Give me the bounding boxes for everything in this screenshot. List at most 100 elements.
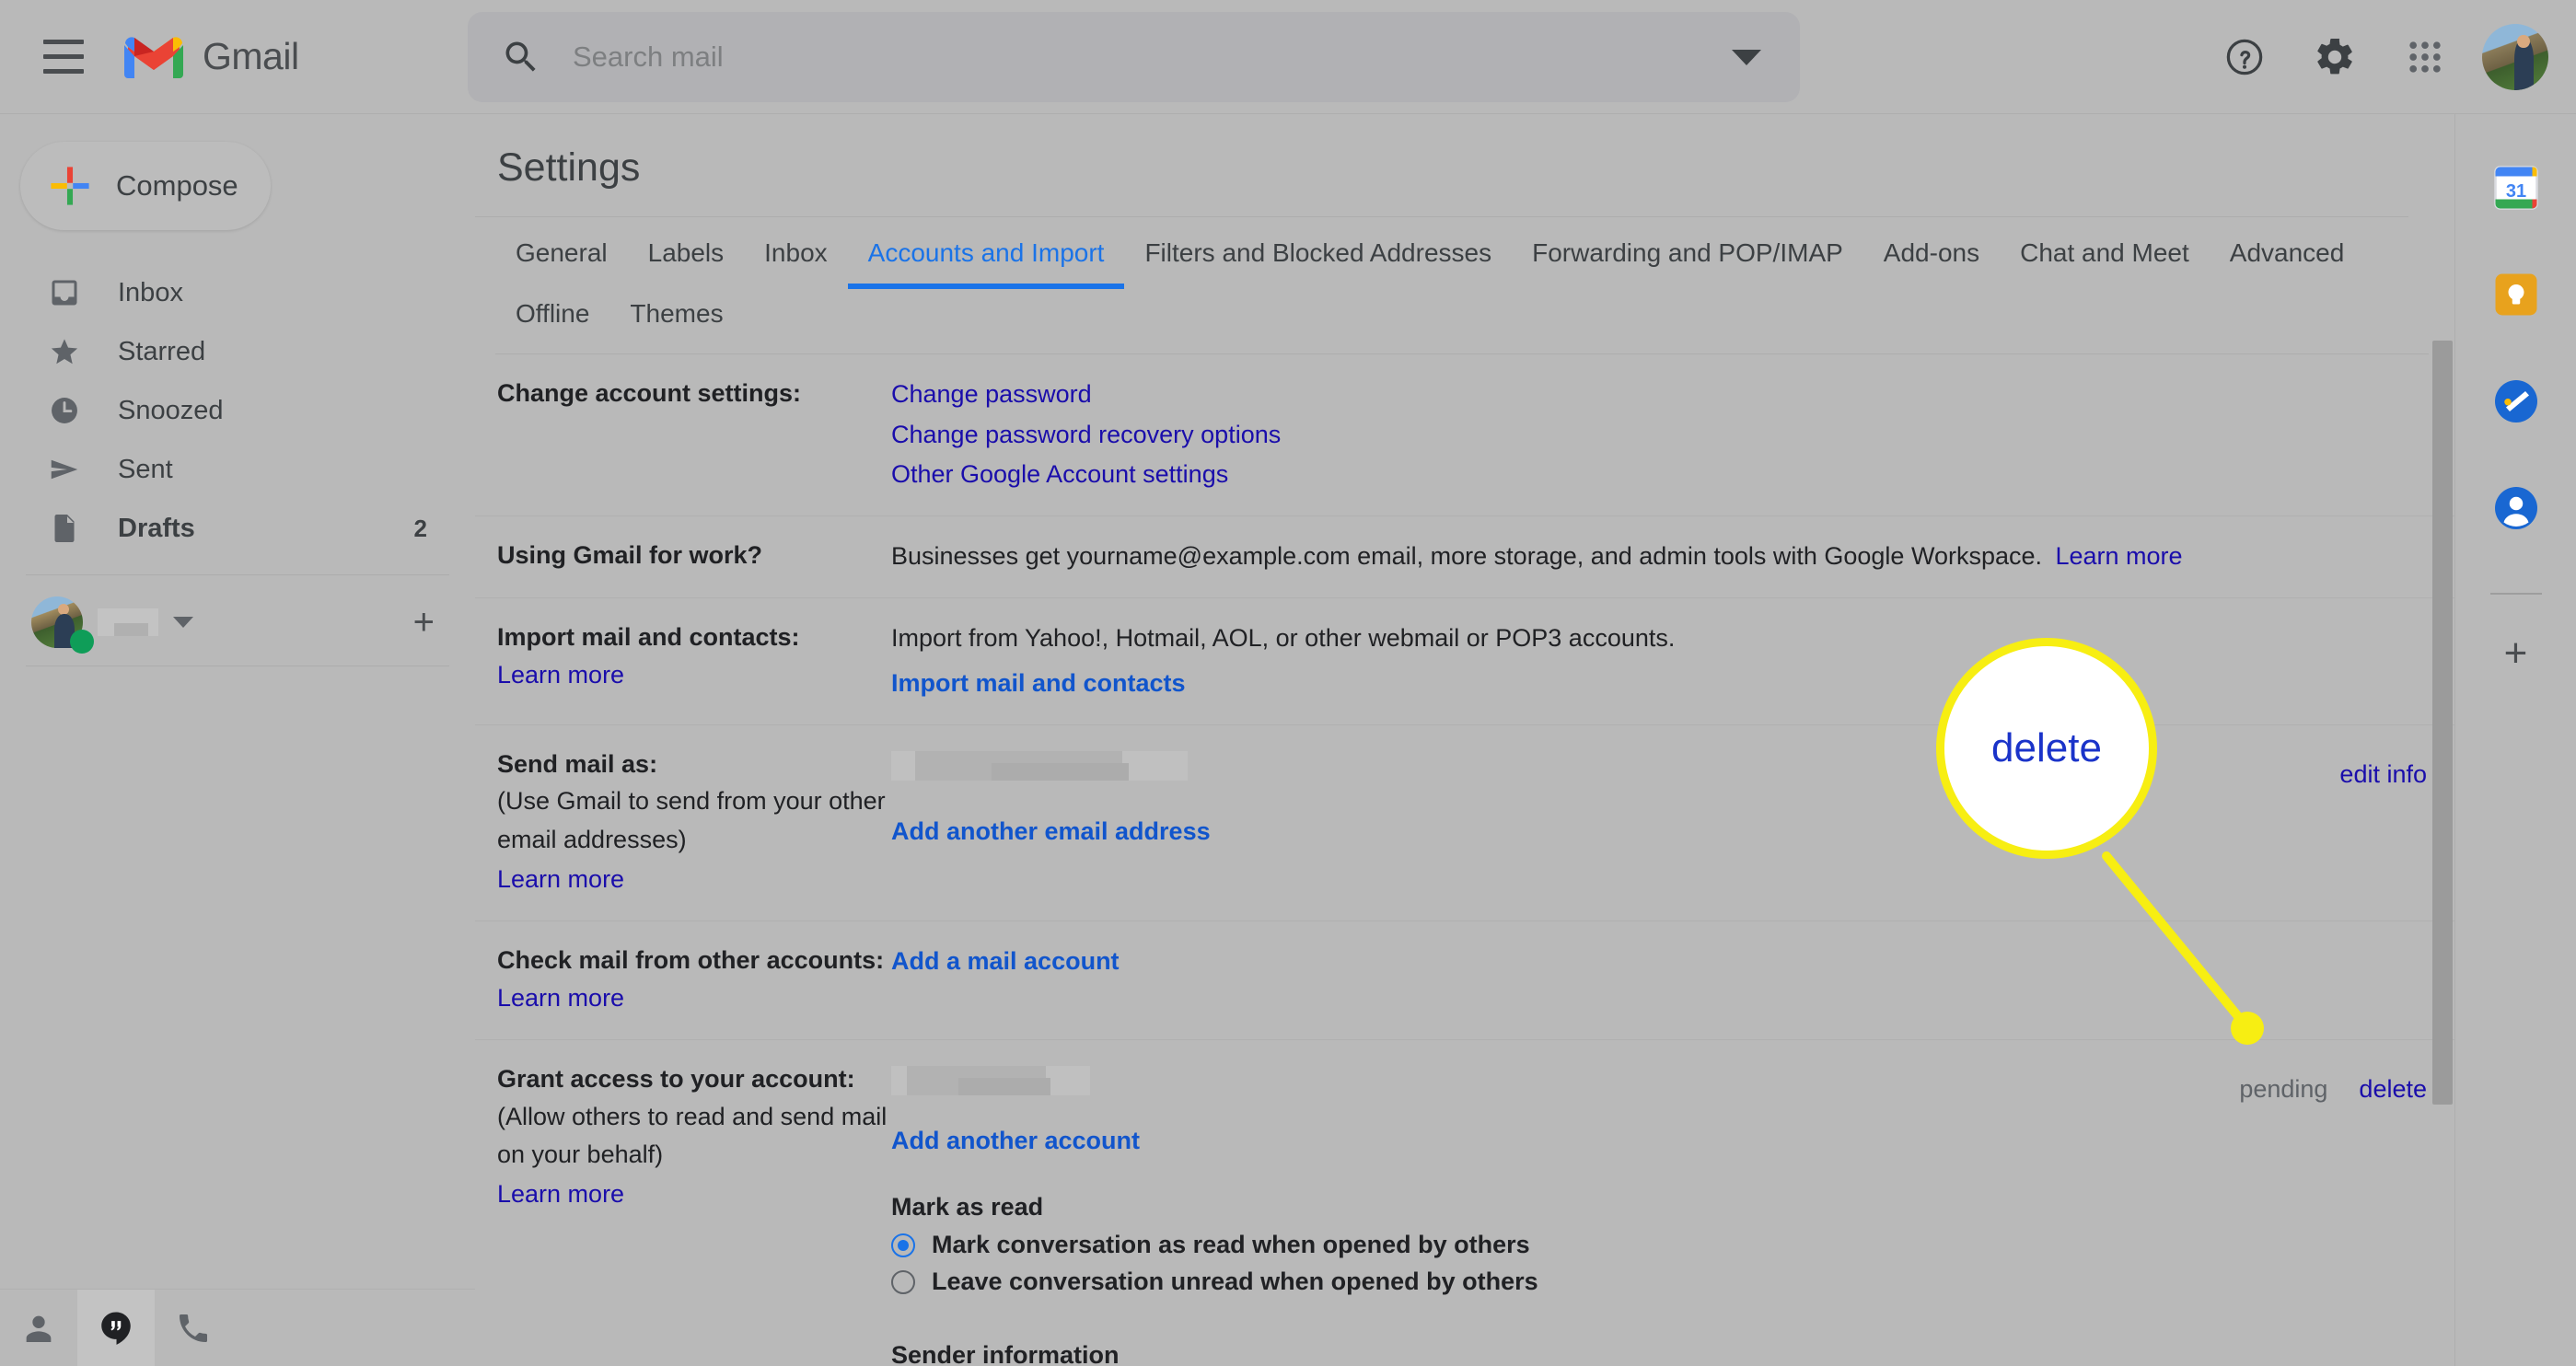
radio-icon[interactable] xyxy=(891,1233,915,1257)
sidebar: Compose Inbox Starred Snoozed Sent Draft… xyxy=(0,114,475,1366)
change-password-recovery-options-link[interactable]: Change password recovery options xyxy=(891,415,1281,456)
compose-label: Compose xyxy=(116,169,238,202)
add-another-email-address-link[interactable]: Add another email address xyxy=(891,812,1211,852)
contacts-person-icon[interactable] xyxy=(0,1290,77,1366)
row-label: Send mail as: (Use Gmail to send from yo… xyxy=(475,746,891,900)
radio-label: Leave conversation unread when opened by… xyxy=(932,1268,1538,1296)
chevron-down-icon[interactable] xyxy=(173,617,193,628)
tab-offline[interactable]: Offline xyxy=(495,278,609,350)
row-value: Import from Yahoo!, Hotmail, AOL, or oth… xyxy=(891,619,2454,704)
row-value: Add another email address edit info xyxy=(891,746,2454,900)
avatar[interactable] xyxy=(2482,24,2548,90)
radio-mark-conversation-as-read[interactable]: Mark conversation as read when opened by… xyxy=(891,1227,2421,1264)
add-a-mail-account-link[interactable]: Add a mail account xyxy=(891,942,1120,982)
sidebar-item-drafts[interactable]: Drafts 2 xyxy=(0,499,447,558)
check-mail-learn-more-link[interactable]: Learn more xyxy=(497,978,624,1019)
status-badge: pending xyxy=(2239,1075,2328,1104)
grant-access-label: Grant access to your account: xyxy=(497,1065,855,1094)
sidebar-divider xyxy=(26,574,449,575)
edit-info-link[interactable]: edit info xyxy=(2339,755,2427,795)
tab-advanced[interactable]: Advanced xyxy=(2210,217,2365,289)
tab-chat-and-meet[interactable]: Chat and Meet xyxy=(2000,217,2210,289)
sidebar-footer xyxy=(0,1289,475,1366)
callout-label: delete xyxy=(1991,725,2102,770)
row-value: Change password Change password recovery… xyxy=(891,375,2454,495)
other-google-account-settings-link[interactable]: Other Google Account settings xyxy=(891,455,1228,495)
help-button[interactable] xyxy=(2206,18,2283,96)
plus-icon xyxy=(51,167,89,205)
hangouts-chat-icon[interactable] xyxy=(77,1289,155,1366)
row-change-account-settings: Change account settings: Change password… xyxy=(475,354,2454,517)
google-apps-grid-icon xyxy=(2409,41,2441,73)
settings-button[interactable] xyxy=(2296,18,2373,96)
hamburger-icon[interactable] xyxy=(24,17,103,97)
star-icon xyxy=(46,333,83,370)
row-label: Import mail and contacts: Learn more xyxy=(475,619,891,704)
add-side-panel-app-button[interactable]: + xyxy=(2504,633,2528,674)
search-input[interactable] xyxy=(573,41,1732,74)
search-bar[interactable] xyxy=(468,12,1800,102)
change-account-settings-label: Change account settings: xyxy=(497,379,802,407)
sidebar-item-label: Sent xyxy=(118,454,173,484)
change-password-link[interactable]: Change password xyxy=(891,375,1092,415)
import-mail-and-contacts-link[interactable]: Import mail and contacts xyxy=(891,664,1186,704)
tab-themes[interactable]: Themes xyxy=(609,278,743,350)
tab-forwarding-and-pop-imap[interactable]: Forwarding and POP/IMAP xyxy=(1512,217,1863,289)
row-label: Using Gmail for work? xyxy=(475,537,891,577)
row-using-gmail-for-work: Using Gmail for work? Businesses get you… xyxy=(475,516,2454,598)
sidebar-item-label: Drafts xyxy=(118,513,195,543)
clock-icon xyxy=(46,392,83,429)
add-another-account-link[interactable]: Add another account xyxy=(891,1121,1140,1162)
sender-information-title: Sender information xyxy=(891,1340,1120,1366)
sender-information-group: Sender information Show this address and… xyxy=(891,1341,2421,1366)
chevron-down-icon[interactable] xyxy=(1732,49,1761,65)
app-header: Gmail xyxy=(0,0,2576,114)
sidebar-item-sent[interactable]: Sent xyxy=(0,440,447,499)
page-title: Settings xyxy=(497,145,641,190)
import-learn-more-link[interactable]: Learn more xyxy=(497,655,624,696)
send-mail-as-row-actions: edit info xyxy=(2339,755,2427,795)
account-switcher[interactable]: + xyxy=(0,583,475,662)
radio-label: Mark conversation as read when opened by… xyxy=(932,1231,1530,1259)
google-tasks-icon[interactable] xyxy=(2483,368,2549,434)
radio-leave-conversation-unread[interactable]: Leave conversation unread when opened by… xyxy=(891,1264,2421,1301)
compose-button[interactable]: Compose xyxy=(20,142,271,230)
callout-magnifier: delete xyxy=(1936,638,2157,859)
grant-access-learn-more-link[interactable]: Learn more xyxy=(497,1175,624,1215)
send-mail-as-learn-more-link[interactable]: Learn more xyxy=(497,860,624,900)
settings-tabs: General Labels Inbox Accounts and Import… xyxy=(475,217,2454,354)
row-send-mail-as: Send mail as: (Use Gmail to send from yo… xyxy=(475,725,2454,921)
phone-icon[interactable] xyxy=(155,1290,232,1366)
tab-filters-and-blocked-addresses[interactable]: Filters and Blocked Addresses xyxy=(1124,217,1512,289)
account-name-redacted xyxy=(98,608,158,636)
workspace-learn-more-link[interactable]: Learn more xyxy=(2055,537,2182,577)
draft-icon xyxy=(46,510,83,547)
svg-text:31: 31 xyxy=(2505,181,2525,202)
google-apps-button[interactable] xyxy=(2386,18,2464,96)
row-label: Grant access to your account: (Allow oth… xyxy=(475,1060,891,1366)
gmail-logo-link[interactable]: Gmail xyxy=(123,34,299,80)
gmail-logo-icon xyxy=(124,36,183,78)
brand-label: Gmail xyxy=(203,35,299,77)
tab-add-ons[interactable]: Add-ons xyxy=(1863,217,2000,289)
send-mail-as-sublabel: (Use Gmail to send from your other email… xyxy=(497,787,886,854)
row-label: Check mail from other accounts: Learn mo… xyxy=(475,942,891,1019)
sidebar-item-snoozed[interactable]: Snoozed xyxy=(0,381,447,440)
account-avatar[interactable] xyxy=(31,596,94,654)
question-mark-icon xyxy=(2226,39,2263,75)
inbox-icon xyxy=(46,274,83,311)
settings-scrollbar[interactable] xyxy=(2432,341,2453,1105)
google-calendar-icon[interactable]: 31 xyxy=(2483,155,2549,221)
google-keep-icon[interactable] xyxy=(2483,261,2549,328)
radio-icon[interactable] xyxy=(891,1269,915,1294)
settings-main: Settings General Labels Inbox Accounts a… xyxy=(475,114,2454,1366)
tab-accounts-and-import[interactable]: Accounts and Import xyxy=(847,217,1125,289)
search-icon xyxy=(505,41,536,72)
add-account-button[interactable]: + xyxy=(413,604,435,641)
sidebar-item-starred[interactable]: Starred xyxy=(0,322,447,381)
google-contacts-icon[interactable] xyxy=(2483,475,2549,541)
sidebar-item-label: Inbox xyxy=(118,277,183,307)
tab-inbox[interactable]: Inbox xyxy=(744,217,848,289)
delete-link[interactable]: delete xyxy=(2359,1070,2427,1110)
sidebar-item-inbox[interactable]: Inbox xyxy=(0,263,447,322)
